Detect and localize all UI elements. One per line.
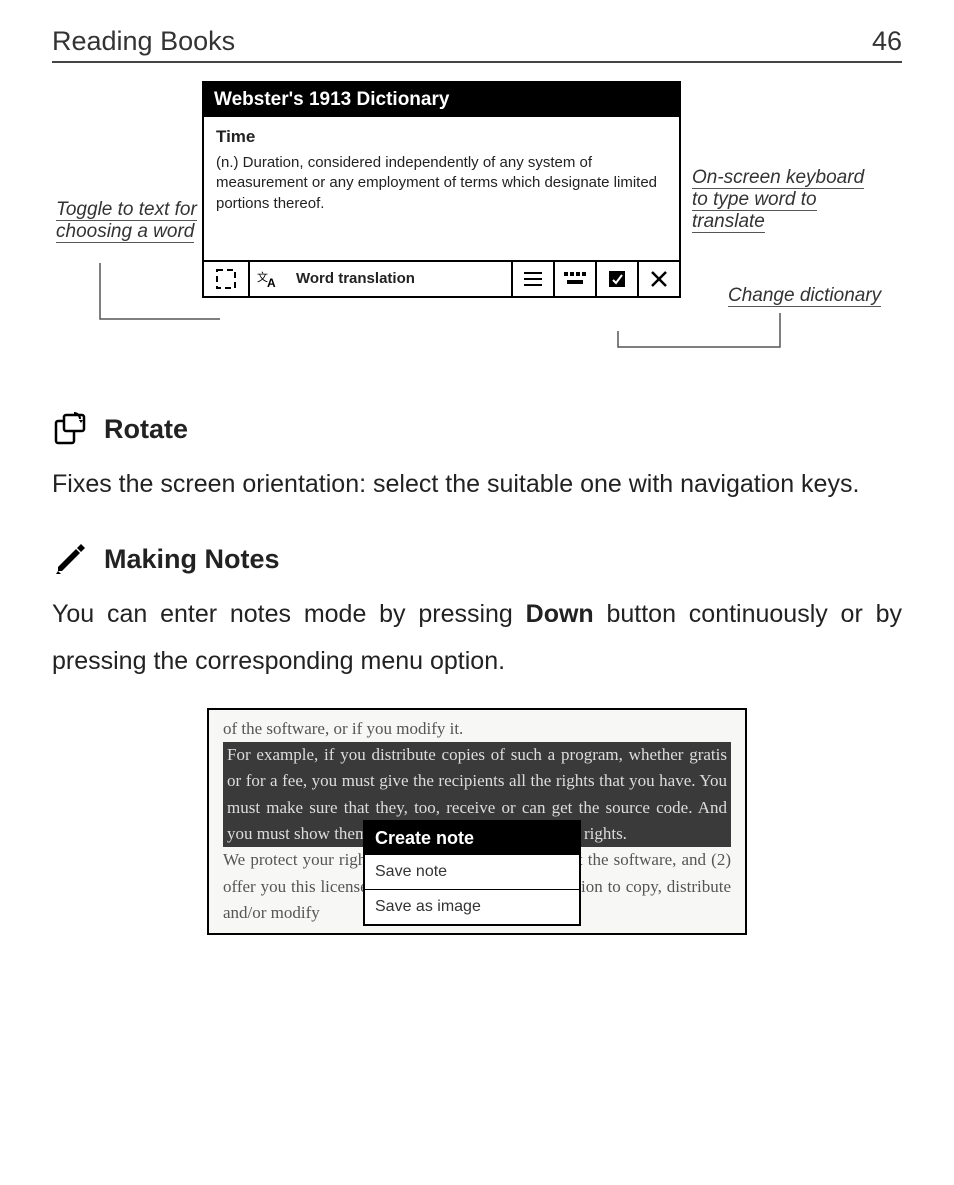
text-mode-toggle-button[interactable]	[204, 262, 248, 296]
save-as-image-option[interactable]: Save as image	[365, 890, 579, 924]
pencil-icon	[52, 541, 88, 577]
rotate-heading: Rotate	[104, 414, 188, 445]
section-making-notes: Making Notes You can enter notes mode by…	[52, 541, 902, 934]
translate-icon[interactable]: 文A	[248, 262, 286, 296]
dictionary-title: Webster's 1913 Dictionary	[204, 83, 679, 117]
close-button[interactable]	[637, 262, 679, 296]
callout-change-dictionary: Change dictionary	[728, 285, 881, 307]
dictionary-toolbar: 文A Word translation	[204, 262, 679, 296]
dictionary-definition: (n.) Duration, considered independently …	[216, 153, 667, 214]
list-view-button[interactable]	[511, 262, 553, 296]
rotate-body: Fixes the screen orientation: select the…	[52, 461, 902, 507]
notes-screenshot: of the software, or if you modify it. Fo…	[207, 708, 747, 935]
page-number: 46	[872, 26, 902, 57]
change-dictionary-button[interactable]	[595, 262, 637, 296]
dictionary-popup: Webster's 1913 Dictionary Time (n.) Dura…	[202, 81, 681, 298]
section-rotate: Rotate Fixes the screen orientation: sel…	[52, 411, 902, 507]
create-note-popup: Create note Save note Save as image	[363, 820, 581, 926]
notes-text-line: of the software, or if you modify it.	[223, 716, 731, 742]
making-notes-body: You can enter notes mode by pressing Dow…	[52, 591, 902, 684]
chapter-title: Reading Books	[52, 26, 235, 57]
making-notes-heading: Making Notes	[104, 544, 280, 575]
word-translation-label: Word translation	[286, 270, 425, 287]
save-note-option[interactable]: Save note	[365, 855, 579, 890]
svg-text:A: A	[267, 276, 276, 289]
create-note-title: Create note	[365, 822, 579, 855]
keyboard-button[interactable]	[553, 262, 595, 296]
page-header: Reading Books 46	[52, 26, 902, 63]
dictionary-word: Time	[216, 127, 667, 147]
rotate-icon	[52, 411, 88, 447]
dictionary-figure: Toggle to text for choosing a word On-sc…	[52, 81, 902, 371]
callout-onscreen-keyboard: On-screen keyboard to type word to trans…	[692, 167, 872, 233]
